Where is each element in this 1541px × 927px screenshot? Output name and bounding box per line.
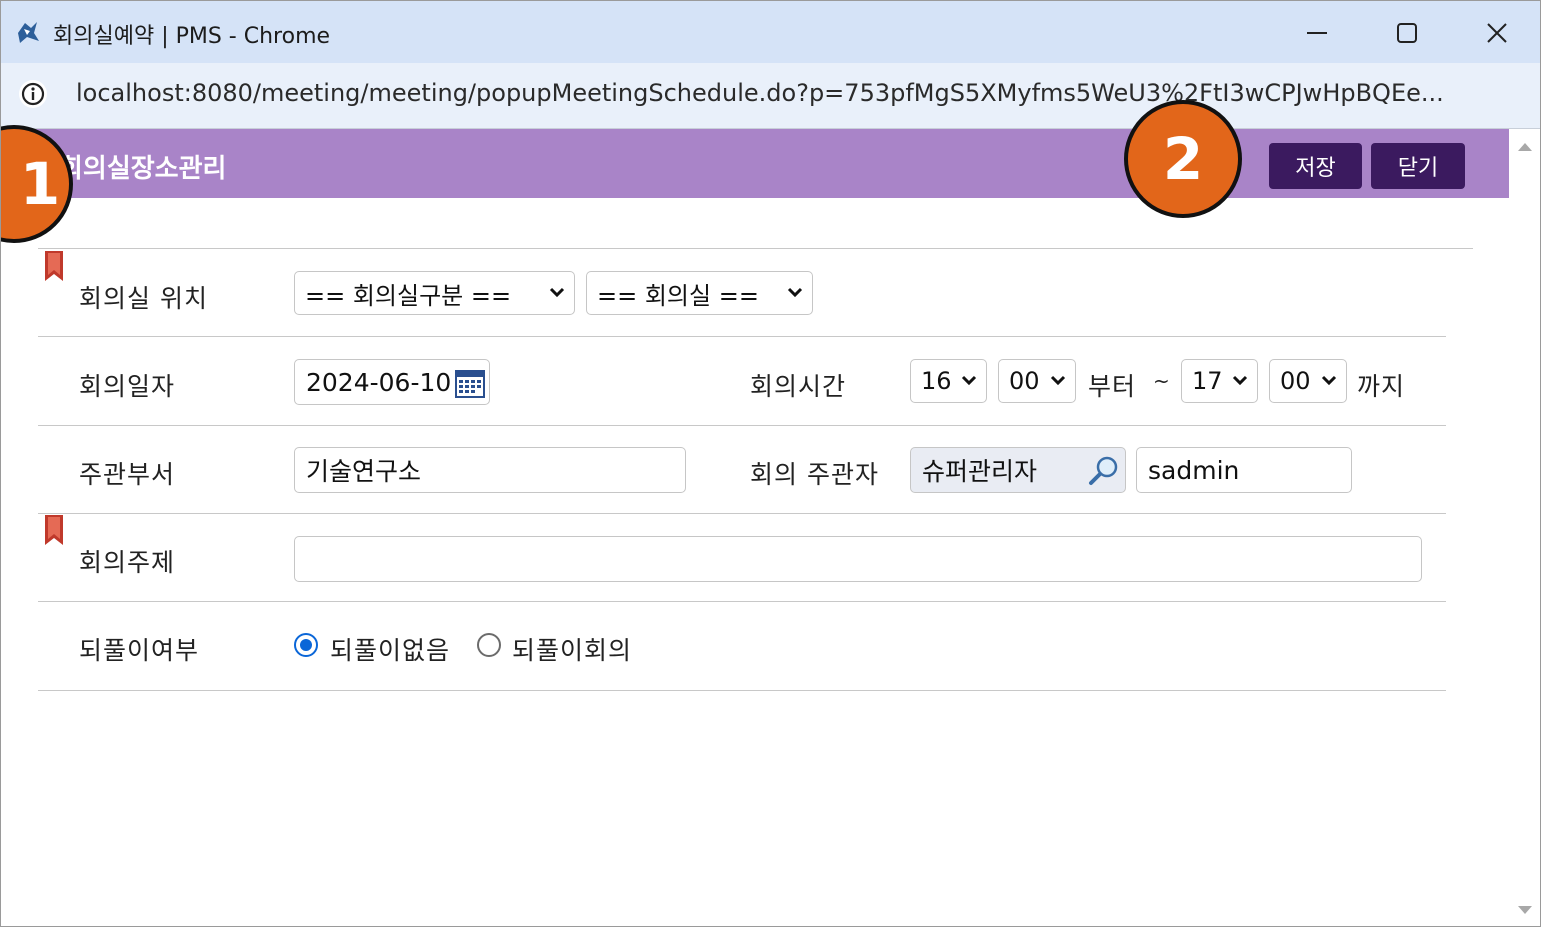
time-label: 회의시간 — [750, 372, 847, 401]
window-title: 회의실예약 | PMS - Chrome — [53, 24, 331, 49]
location-label: 회의실 위치 — [79, 284, 208, 313]
radio-dot — [300, 639, 312, 651]
page-header: 회의실장소관리 저장 닫기 — [1, 129, 1509, 198]
annotation-badge-2: 2 — [1124, 100, 1242, 218]
end-minute-value: 00 — [1280, 367, 1311, 395]
topic-input[interactable] — [294, 536, 1422, 582]
page-title: 회의실장소관리 — [59, 154, 227, 184]
repeat-none-radio[interactable] — [294, 633, 318, 657]
until-text: 까지 — [1357, 372, 1406, 401]
organizer-label: 회의 주관자 — [750, 460, 879, 489]
end-minute-select[interactable]: 00 — [1269, 359, 1347, 403]
row-divider — [38, 690, 1446, 691]
department-value: 기술연구소 — [306, 457, 422, 486]
topic-label: 회의주제 — [79, 548, 176, 577]
scroll-down-arrow-icon[interactable] — [1518, 906, 1532, 914]
repeat-none-label[interactable]: 되풀이없음 — [330, 631, 450, 667]
chevron-down-icon — [1050, 375, 1066, 386]
close-icon — [1487, 23, 1507, 43]
start-hour-value: 16 — [921, 367, 952, 395]
required-bookmark-icon — [45, 251, 63, 281]
department-input[interactable]: 기술연구소 — [294, 447, 686, 493]
room-value: == 회의실 == — [597, 281, 759, 310]
title-bar: 회의실예약 | PMS - Chrome — [1, 1, 1540, 63]
scroll-up-arrow-icon[interactable] — [1518, 143, 1532, 151]
repeat-meeting-label[interactable]: 되풀이회의 — [512, 631, 632, 667]
minimize-icon — [1307, 32, 1327, 34]
chevron-down-icon — [549, 287, 565, 298]
form-top-divider — [38, 248, 1473, 249]
close-window-button[interactable] — [1477, 13, 1517, 53]
popup-content: 회의실장소관리 저장 닫기 회의실 위치 == 회의실구분 == == 회의실 … — [1, 129, 1509, 926]
repeat-label: 되풀이여부 — [79, 636, 200, 665]
address-bar[interactable]: localhost:8080/meeting/meeting/popupMeet… — [1, 63, 1540, 129]
date-label: 회의일자 — [79, 372, 176, 401]
start-minute-select[interactable]: 00 — [998, 359, 1076, 403]
meeting-date-input[interactable]: 2024-06-10 — [294, 359, 490, 405]
row-divider — [38, 425, 1446, 426]
start-minute-value: 00 — [1009, 367, 1040, 395]
organizer-name-input[interactable]: 슈퍼관리자 — [910, 447, 1126, 493]
from-text: 부터 — [1088, 372, 1137, 401]
app-icon — [18, 22, 39, 43]
organizer-id-input[interactable]: sadmin — [1136, 447, 1352, 493]
room-category-select[interactable]: == 회의실구분 == — [294, 271, 575, 315]
room-category-value: == 회의실구분 == — [305, 281, 512, 310]
row-divider — [38, 513, 1446, 514]
tilde-text: ~ — [1153, 369, 1171, 393]
save-button[interactable]: 저장 — [1269, 143, 1362, 189]
meeting-date-value: 2024-06-10 — [306, 367, 452, 397]
start-hour-select[interactable]: 16 — [910, 359, 987, 403]
close-button[interactable]: 닫기 — [1371, 143, 1465, 189]
chrome-popup-window: 회의실예약 | PMS - Chrome localhost:8080/meet… — [0, 0, 1541, 927]
chevron-down-icon — [1232, 375, 1248, 386]
calendar-icon[interactable] — [455, 368, 485, 398]
organizer-name-value: 슈퍼관리자 — [922, 457, 1038, 486]
vertical-scrollbar[interactable] — [1509, 129, 1540, 926]
chevron-down-icon — [1321, 375, 1337, 386]
required-bookmark-icon — [45, 515, 63, 545]
annotation-badge-1-label: 1 — [19, 150, 61, 218]
row-divider — [38, 336, 1446, 337]
search-icon[interactable] — [1087, 454, 1121, 488]
organizer-id-value: sadmin — [1148, 455, 1240, 485]
chevron-down-icon — [961, 375, 977, 386]
department-label: 주관부서 — [79, 460, 176, 489]
chevron-down-icon — [787, 287, 803, 298]
maximize-button[interactable] — [1387, 13, 1427, 53]
end-hour-select[interactable]: 17 — [1181, 359, 1258, 403]
minimize-button[interactable] — [1297, 13, 1337, 53]
maximize-icon — [1397, 23, 1417, 43]
end-hour-value: 17 — [1192, 367, 1223, 395]
repeat-meeting-radio[interactable] — [477, 633, 501, 657]
url-text[interactable]: localhost:8080/meeting/meeting/popupMeet… — [76, 79, 1444, 107]
info-icon[interactable] — [18, 79, 48, 109]
room-select[interactable]: == 회의실 == — [586, 271, 813, 315]
row-divider — [38, 601, 1446, 602]
